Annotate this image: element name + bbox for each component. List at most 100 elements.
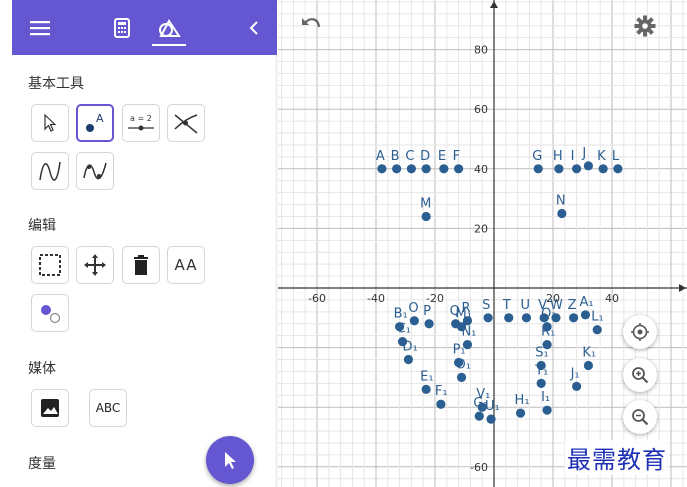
point-label: O (408, 301, 418, 316)
point-marker (421, 164, 431, 174)
x-tick-label: -60 (308, 292, 326, 305)
point-marker (536, 378, 546, 388)
point-marker (504, 313, 514, 323)
svg-text:A: A (96, 112, 104, 125)
text-style-tool-button[interactable]: AA (167, 246, 205, 284)
text-style-label: AA (174, 256, 198, 274)
x-tick-label: -40 (367, 292, 385, 305)
zoom-out-button[interactable] (623, 400, 657, 434)
point-label: V₁ (476, 387, 490, 402)
point-marker (613, 164, 623, 174)
point-marker (557, 208, 567, 219)
point-marker (572, 381, 582, 391)
section-basic-tools: 基本工具 (28, 76, 84, 92)
point-label: L (612, 149, 620, 164)
point-marker (486, 414, 496, 424)
point-label: M (420, 196, 431, 211)
move-graphics-tool-button[interactable] (76, 246, 114, 284)
point-marker (436, 399, 446, 409)
point-label: J₁ (570, 366, 580, 381)
point-label: A (376, 149, 385, 164)
selection-rectangle-icon (39, 254, 61, 276)
image-tool-button[interactable] (31, 389, 69, 427)
y-tick-label: 60 (474, 103, 488, 116)
point-marker (474, 411, 484, 421)
point-marker (583, 360, 593, 371)
zoom-in-button[interactable] (623, 358, 657, 392)
point-marker (533, 164, 543, 174)
undo-icon[interactable] (300, 14, 322, 38)
move-arrows-icon (84, 254, 106, 276)
point-marker (483, 313, 493, 323)
delete-tool-button[interactable] (122, 246, 160, 284)
settings-gear-icon[interactable] (634, 15, 656, 41)
move-tool-button[interactable] (31, 104, 69, 142)
point-label: F (453, 149, 460, 164)
point-marker (421, 384, 431, 394)
y-tick-label: 20 (474, 222, 488, 235)
intersect-icon (174, 114, 198, 134)
point-marker (424, 319, 434, 329)
point-marker (477, 402, 487, 412)
point-label: I₁ (541, 390, 550, 405)
point-label: P (423, 304, 431, 319)
freehand-curve-icon (83, 162, 107, 180)
point-label: S (482, 298, 490, 313)
point-tool-button[interactable]: A (76, 104, 114, 142)
collapse-chevron-icon[interactable] (238, 12, 270, 44)
freehand-tool-button[interactable] (76, 152, 114, 190)
graphics-view[interactable]: -60 -40 -20 20 40 80 60 40 20 -60 A B C D E F G H I J K L M N O P… (278, 0, 687, 487)
point-label: F₁ (435, 384, 448, 399)
point-marker (569, 313, 579, 323)
slider-icon: a = 2 (128, 114, 154, 131)
point-marker (456, 372, 467, 382)
x-tick-label: 40 (605, 292, 619, 305)
show-hide-object-icon (41, 305, 61, 324)
standard-view-button[interactable] (623, 315, 657, 349)
point-label: I (571, 149, 575, 164)
panel-header (12, 0, 277, 55)
tools-panel: 基本工具 A a = 2 编辑 AA 媒体 ABC 度量 (12, 0, 289, 487)
point-marker (439, 164, 449, 174)
svg-text:a = 2: a = 2 (130, 114, 152, 123)
point-label: R₁ (541, 325, 555, 340)
point-label: U (520, 298, 530, 313)
point-label: D (420, 149, 430, 164)
show-hide-tool-button[interactable] (31, 294, 69, 332)
point-label: D₁ (402, 340, 417, 355)
tool-cursor-fab[interactable] (206, 436, 254, 484)
point-marker (592, 325, 602, 335)
slider-tool-button[interactable]: a = 2 (122, 104, 160, 142)
point-marker (454, 164, 464, 174)
point-marker (583, 161, 593, 171)
intersect-tool-button[interactable] (167, 104, 205, 142)
point-marker (521, 313, 532, 323)
active-tab-indicator (152, 44, 186, 46)
point-label: K (597, 149, 606, 164)
point-marker (406, 164, 416, 174)
point-label: L₁ (591, 310, 603, 325)
point-label: T₁ (534, 363, 548, 378)
point-marker (454, 357, 464, 368)
function-tool-button[interactable] (31, 152, 69, 190)
pointer-arrow-icon (44, 113, 57, 132)
menu-icon[interactable] (24, 12, 56, 44)
y-tick-label: 40 (474, 163, 488, 176)
point-label: S₁ (535, 345, 548, 360)
point-label: M₁ (456, 307, 472, 322)
text-tool-label: ABC (95, 401, 121, 415)
point-label: A₁ (579, 295, 593, 310)
geometry-tools-icon[interactable] (153, 12, 185, 44)
text-tool-button[interactable]: ABC (89, 389, 127, 427)
calculator-icon[interactable] (106, 12, 138, 44)
trash-icon (134, 255, 148, 275)
point-label: H (553, 149, 563, 164)
point-label: J (581, 146, 586, 161)
point-marker (392, 164, 402, 174)
point-label: B₁ (394, 307, 408, 322)
cursor-arrow-icon (225, 452, 236, 469)
zoom-out-icon (632, 409, 649, 426)
point-label: G (532, 149, 542, 164)
point-label: Q₁ (541, 307, 556, 322)
select-tool-button[interactable] (31, 246, 69, 284)
